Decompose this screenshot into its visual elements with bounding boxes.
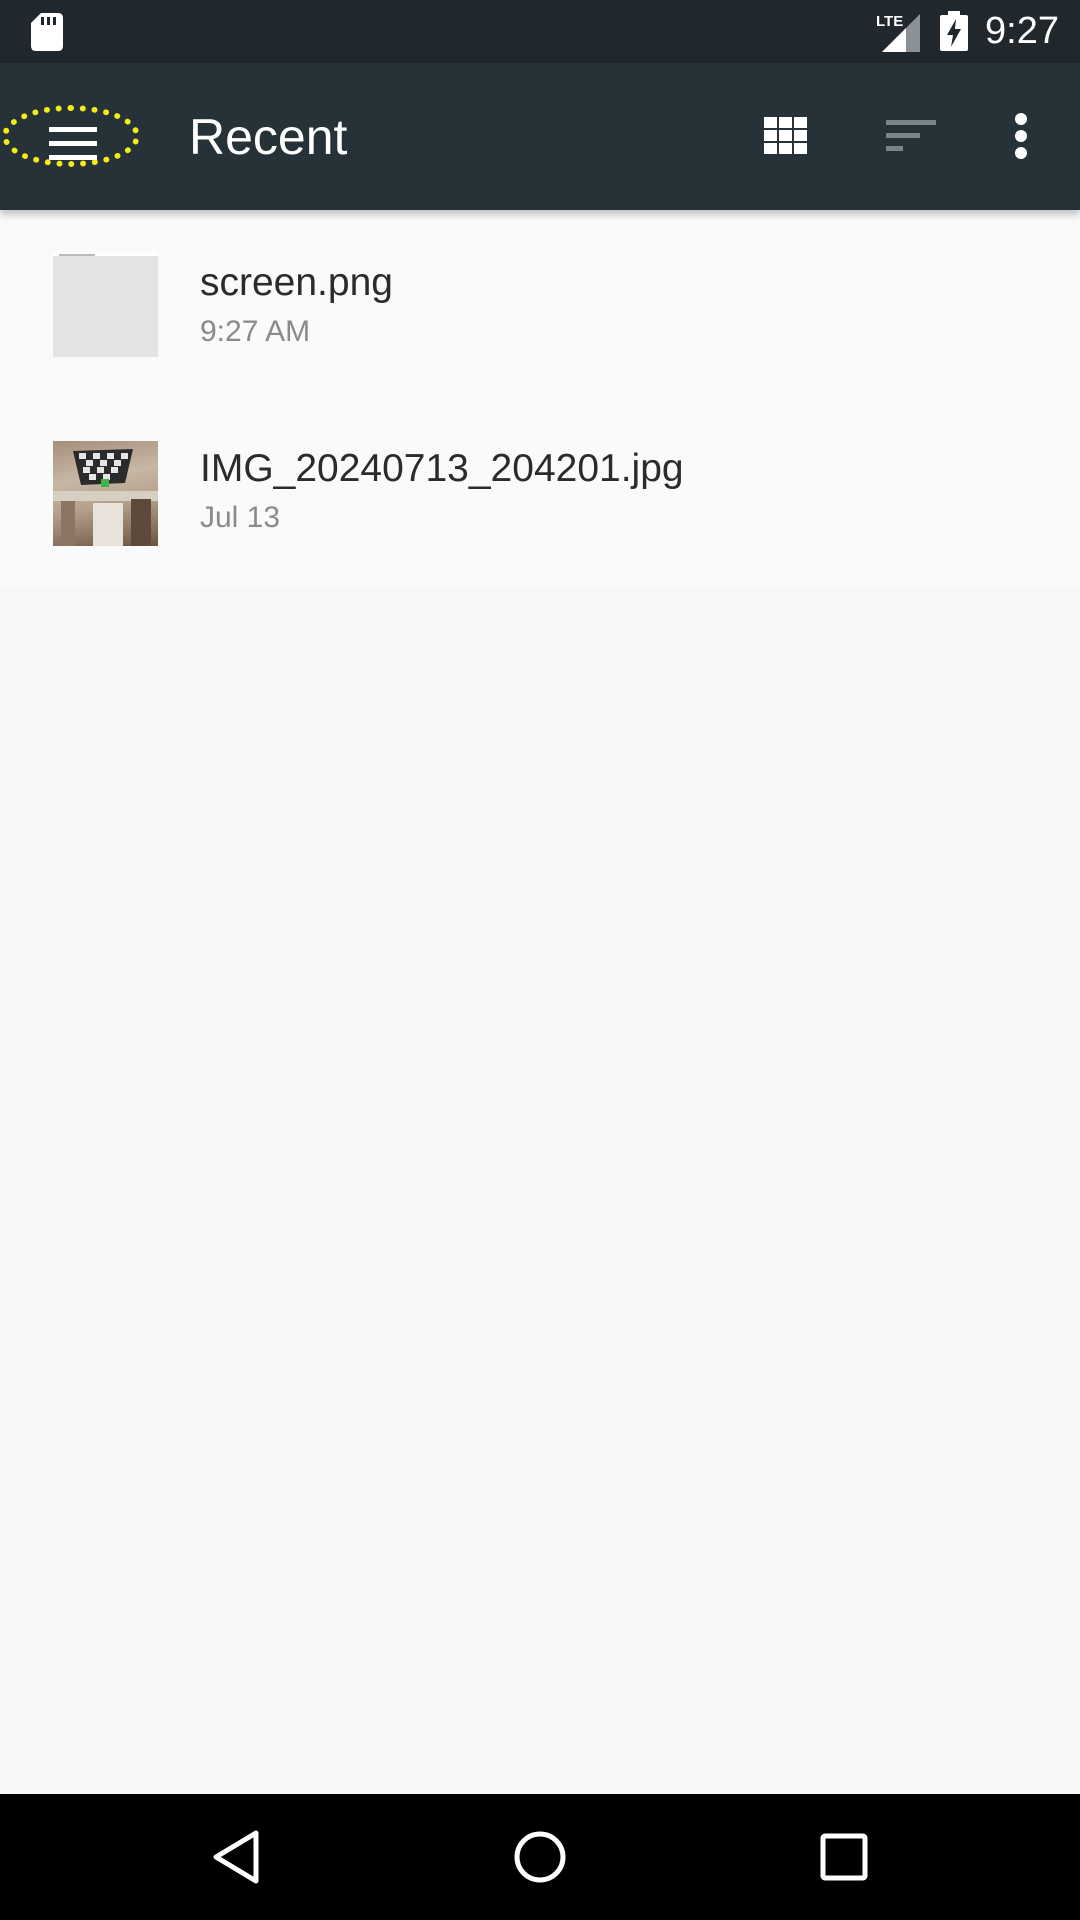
svg-text:LTE: LTE bbox=[876, 13, 903, 30]
sort-icon[interactable] bbox=[886, 116, 936, 156]
recents-icon[interactable] bbox=[814, 1827, 874, 1887]
recent-files-list: screen.png 9:27 AM IMG_20240713_204201.j… bbox=[0, 210, 1080, 587]
status-time: 9:27 bbox=[985, 10, 1059, 52]
back-icon[interactable] bbox=[206, 1827, 266, 1887]
grid-view-icon[interactable] bbox=[764, 117, 808, 154]
file-date: Jul 13 bbox=[200, 501, 281, 534]
home-icon[interactable] bbox=[510, 1827, 570, 1887]
photo-thumbnail bbox=[53, 441, 158, 546]
screenshot-thumbnail bbox=[53, 252, 158, 357]
more-options-icon[interactable] bbox=[1012, 113, 1032, 159]
hamburger-menu-icon bbox=[49, 127, 97, 161]
list-item[interactable]: screen.png 9:27 AM bbox=[0, 210, 1080, 398]
app-toolbar: Recent bbox=[0, 63, 1080, 210]
system-navigation-bar bbox=[0, 1794, 1080, 1920]
battery-charging-icon bbox=[940, 11, 968, 51]
sd-card-icon bbox=[31, 13, 63, 51]
status-bar: LTE 9:27 bbox=[0, 0, 1080, 63]
list-item[interactable]: IMG_20240713_204201.jpg Jul 13 bbox=[0, 398, 1080, 586]
file-name: IMG_20240713_204201.jpg bbox=[200, 447, 684, 490]
lte-signal-icon: LTE bbox=[876, 13, 920, 52]
file-date: 9:27 AM bbox=[200, 315, 311, 348]
page-title: Recent bbox=[189, 109, 348, 165]
file-name: screen.png bbox=[200, 261, 393, 304]
navigation-drawer-button[interactable] bbox=[2, 105, 140, 167]
